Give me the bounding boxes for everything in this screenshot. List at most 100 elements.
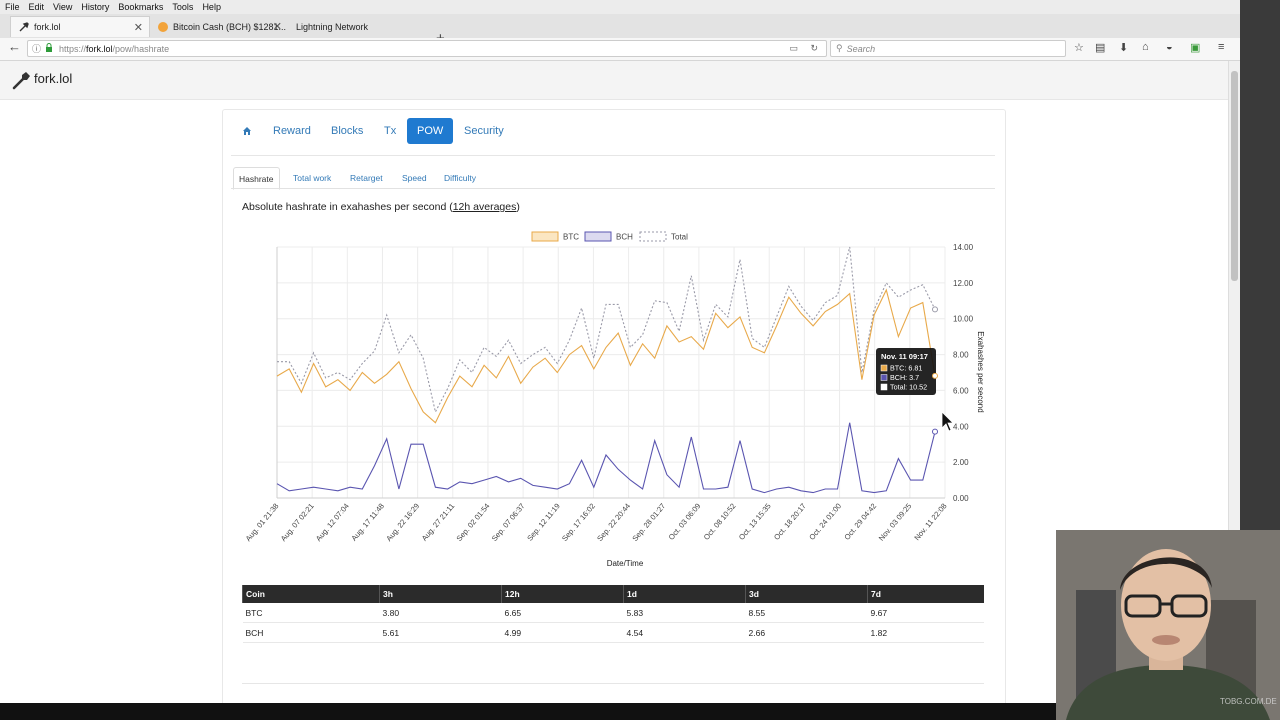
table-cell: 6.65 bbox=[501, 603, 624, 623]
info-icon[interactable]: ⓘ bbox=[32, 42, 41, 55]
table-cell: BTC bbox=[242, 603, 380, 623]
nav-blocks[interactable]: Blocks bbox=[331, 118, 363, 144]
nav-pow[interactable]: POW bbox=[407, 118, 454, 144]
library-icon[interactable]: ▤ bbox=[1095, 41, 1105, 54]
x-tick-label: Sep. 17 16:02 bbox=[560, 502, 597, 544]
menu-tools[interactable]: Tools bbox=[172, 2, 193, 12]
column-header: 7d bbox=[867, 585, 984, 603]
y-tick-label: 2.00 bbox=[953, 458, 969, 467]
home-icon[interactable] bbox=[242, 118, 252, 144]
y-tick-label: 8.00 bbox=[953, 351, 969, 360]
reader-view-icon[interactable]: ▭ bbox=[789, 43, 798, 54]
x-tick-label: Sep. 22 20:44 bbox=[595, 502, 632, 544]
x-tick-label: Aug. 22 16:29 bbox=[384, 502, 421, 544]
subtab-speed[interactable]: Speed bbox=[402, 167, 427, 188]
menu-icon[interactable]: ≡ bbox=[1218, 41, 1224, 53]
pocket-icon[interactable]: ◒ bbox=[1166, 41, 1173, 53]
table-cell: 1.82 bbox=[867, 622, 984, 643]
column-header: 3d bbox=[745, 585, 868, 603]
x-tick-label: Aug. 17 11:48 bbox=[349, 502, 386, 543]
hover-point bbox=[932, 306, 938, 313]
tooltip-row: BTC: 6.81 bbox=[890, 364, 922, 373]
extension-icon[interactable]: ▣ bbox=[1190, 41, 1200, 54]
nav-reward[interactable]: Reward bbox=[273, 118, 311, 144]
nav-security[interactable]: Security bbox=[464, 118, 504, 144]
home-icon[interactable]: ⌂ bbox=[1142, 41, 1149, 53]
reload-icon[interactable]: ↻ bbox=[810, 43, 818, 54]
table-header-row: Coin 3h 12h 1d 3d 7d bbox=[242, 585, 984, 603]
tooltip-row: Total: 10.52 bbox=[890, 383, 927, 392]
browser-tab-bch[interactable]: Bitcoin Cash (BCH) $1281... ✕ bbox=[150, 16, 288, 37]
legend-bch-label: BCH bbox=[616, 233, 633, 242]
y-tick-label: 4.00 bbox=[953, 422, 969, 431]
divider bbox=[231, 188, 995, 189]
column-header: 12h bbox=[501, 585, 624, 603]
subtab-hashrate[interactable]: Hashrate bbox=[233, 167, 280, 190]
presenter-image bbox=[1056, 530, 1280, 720]
url-prefix: https:// bbox=[59, 43, 87, 54]
legend-btc-swatch bbox=[531, 231, 559, 242]
x-tick-label: Aug. 27 21:11 bbox=[420, 502, 457, 543]
total-line bbox=[277, 246, 936, 414]
menu-help[interactable]: Help bbox=[202, 2, 221, 12]
menu-view[interactable]: View bbox=[53, 2, 72, 12]
subtab-total-work[interactable]: Total work bbox=[293, 167, 331, 188]
x-tick-label: Sep. 02 01:54 bbox=[455, 502, 492, 544]
table-cell: BCH bbox=[242, 622, 380, 643]
tooltip-swatch bbox=[880, 364, 888, 372]
back-icon[interactable]: ← bbox=[8, 39, 21, 54]
averages-link[interactable]: 12h averages bbox=[453, 201, 517, 213]
x-tick-label: Oct. 03 06:09 bbox=[667, 502, 703, 542]
tab-strip: fork.lol ✕ Bitcoin Cash (BCH) $1281... ✕… bbox=[0, 14, 1240, 47]
x-tick-label: Oct. 18 20:17 bbox=[772, 502, 808, 542]
btc-line bbox=[276, 288, 936, 424]
tab-label: Bitcoin Cash (BCH) $1281... bbox=[173, 21, 287, 32]
description-tail: ) bbox=[516, 201, 520, 213]
menu-file[interactable]: File bbox=[5, 2, 20, 12]
close-tab-icon[interactable]: ✕ bbox=[273, 20, 282, 33]
y-tick-label: 14.00 bbox=[953, 243, 974, 252]
download-icon[interactable]: ⬇ bbox=[1119, 41, 1128, 54]
column-header: 1d bbox=[623, 585, 746, 603]
menu-history[interactable]: History bbox=[81, 2, 109, 12]
table-cell: 8.55 bbox=[745, 603, 868, 623]
nav-tx[interactable]: Tx bbox=[384, 118, 396, 144]
x-tick-label: Nov. 03 09:25 bbox=[877, 502, 914, 543]
star-icon[interactable]: ☆ bbox=[1074, 41, 1084, 54]
brand-link[interactable]: fork.lol bbox=[34, 71, 72, 86]
y-tick-label: 12.00 bbox=[953, 279, 974, 288]
hover-point bbox=[932, 372, 938, 379]
table-cell: 4.99 bbox=[501, 622, 624, 643]
y-axis-title: Exahashes per second bbox=[976, 331, 985, 412]
browser-tab-forklol[interactable]: fork.lol ✕ bbox=[10, 16, 150, 37]
menu-edit[interactable]: Edit bbox=[29, 2, 45, 12]
x-tick-label: Oct. 24 01:00 bbox=[807, 502, 843, 542]
search-bar[interactable]: ⚲ Search bbox=[830, 40, 1066, 57]
table-cell: 2.66 bbox=[745, 622, 868, 643]
scrollbar-thumb[interactable] bbox=[1231, 71, 1238, 281]
lock-icon bbox=[45, 43, 53, 54]
chart-description: Absolute hashrate in exahashes per secon… bbox=[242, 201, 520, 213]
table-row: BCH 5.61 4.99 4.54 2.66 1.82 bbox=[242, 622, 984, 643]
close-tab-icon[interactable]: ✕ bbox=[134, 21, 143, 34]
site-header: fork.lol bbox=[0, 61, 1228, 100]
search-icon: ⚲ bbox=[836, 43, 843, 53]
navigation-bar: ← ⓘ https://fork.lol/pow/hashrate ▭ ↻ ⚲ … bbox=[0, 38, 1240, 61]
x-tick-label: Sep. 28 01:27 bbox=[630, 502, 667, 544]
menu-bookmarks[interactable]: Bookmarks bbox=[118, 2, 163, 12]
url-bar[interactable]: ⓘ https://fork.lol/pow/hashrate ▭ ↻ bbox=[27, 40, 827, 57]
table-cell: 5.61 bbox=[379, 622, 502, 643]
browser-tab-lightning[interactable]: Lightning Network bbox=[288, 16, 428, 37]
column-header: Coin bbox=[242, 585, 380, 603]
tooltip-swatch bbox=[880, 383, 888, 391]
table-cell: 3.80 bbox=[379, 603, 502, 623]
legend-total-label: Total bbox=[671, 233, 688, 242]
subtab-difficulty[interactable]: Difficulty bbox=[444, 167, 476, 188]
tooltip-row: BCH: 3.7 bbox=[890, 373, 919, 382]
x-tick-label: Nov. 11 22:08 bbox=[912, 502, 948, 543]
hashrate-chart: 0.00 2.00 4.00 6.00 8.00 10.00 12.00 14.00 Aug. … bbox=[244, 231, 985, 568]
table-cell: 5.83 bbox=[623, 603, 746, 623]
x-tick-label: Oct. 13 15:35 bbox=[737, 502, 773, 542]
y-tick-label: 10.00 bbox=[953, 315, 974, 324]
subtab-retarget[interactable]: Retarget bbox=[350, 167, 383, 188]
